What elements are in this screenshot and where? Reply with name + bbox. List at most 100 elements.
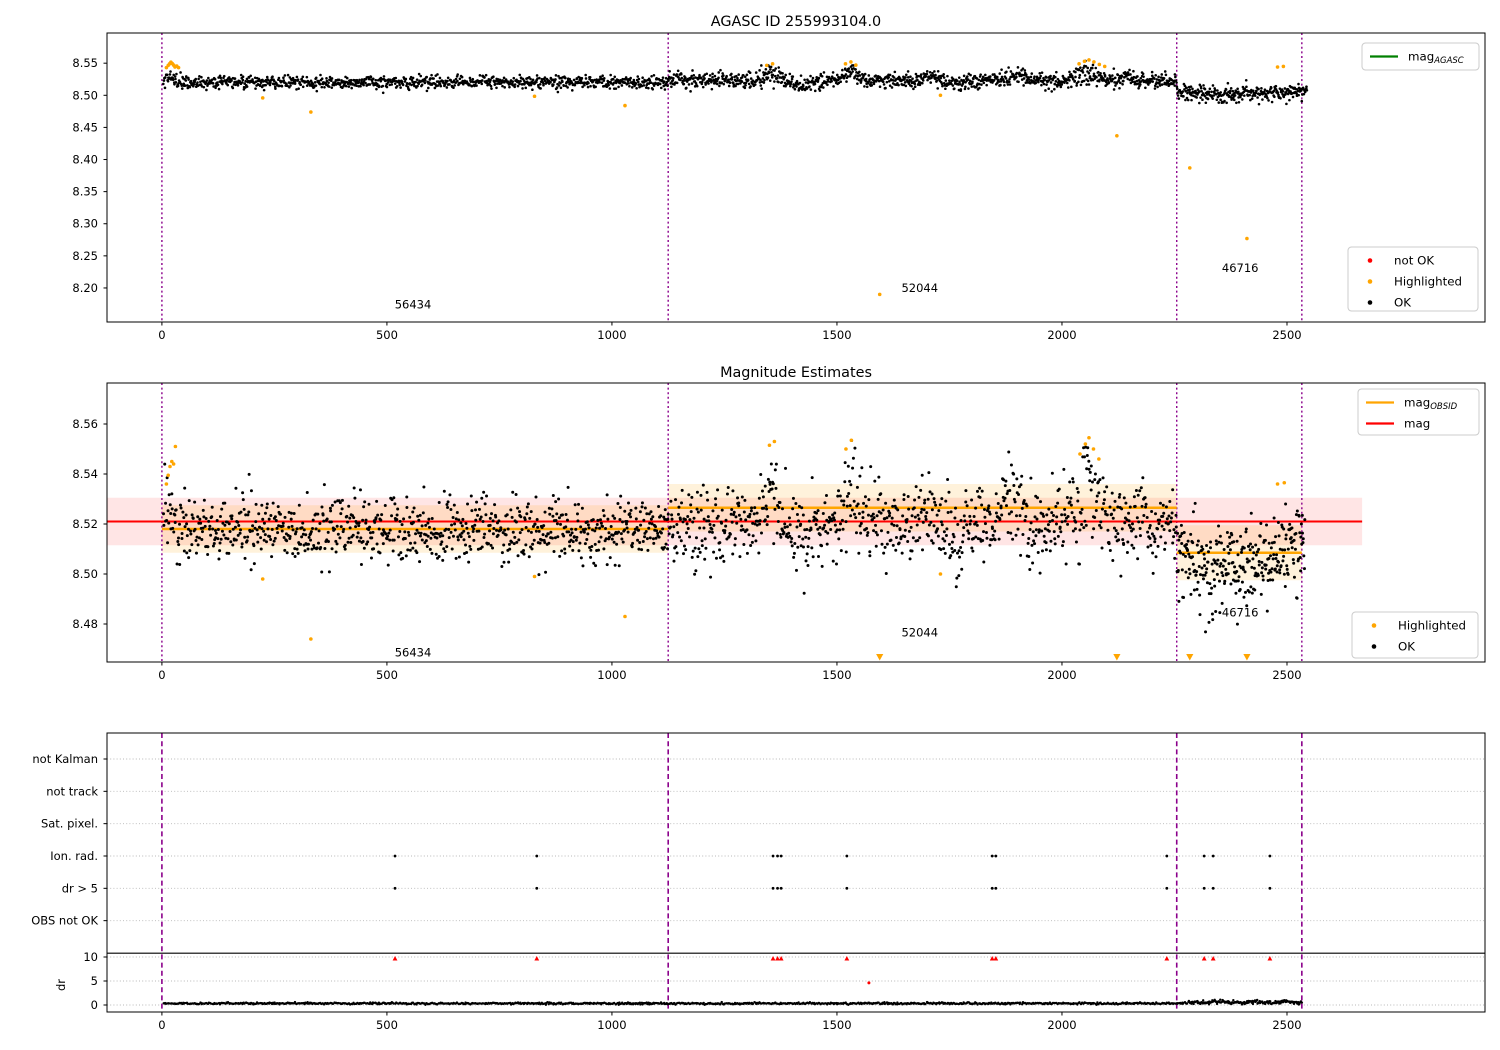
y-tick-label: 8.52	[72, 517, 98, 531]
obsid-label: 56434	[395, 646, 432, 660]
red-dr-points	[392, 956, 1273, 985]
x-tick-label: 0	[158, 1018, 165, 1032]
legend-sample-dot	[1371, 644, 1377, 649]
obsid-label: 46716	[1222, 261, 1259, 275]
x-tick-label: 2000	[1047, 668, 1076, 682]
dr-tick-label: 5	[91, 974, 98, 988]
x-tick-label: 500	[376, 668, 398, 682]
y-tick-label: 8.45	[72, 120, 98, 134]
dr-tick-label: 0	[91, 998, 98, 1012]
y-tick-label: 8.55	[72, 56, 98, 70]
x-tick-label: 1000	[597, 328, 626, 342]
x-axis-1: 0 500 1000 1500 2000 2500	[158, 662, 1302, 682]
below-range-marker	[876, 654, 884, 661]
ok-points	[162, 70, 670, 95]
obsid-label: 56434	[395, 298, 432, 312]
magnitude-estimates-figure: 0 500 1000 1500 2000 2500 8.20 8.25 8.30 8.35 8.40…	[0, 0, 1500, 1050]
y-tick-label: 8.56	[72, 417, 98, 431]
obsid-label: 52044	[901, 281, 938, 295]
not-ok-outlier	[867, 981, 871, 985]
y-tick-label: 8.25	[72, 249, 98, 263]
legend-sample-dot	[1367, 279, 1373, 284]
ok-points	[667, 59, 1178, 93]
y-tick-label: 8.35	[72, 185, 98, 199]
x-tick-label: 1000	[597, 1018, 626, 1032]
obsid-dividers-2	[161, 733, 1303, 1012]
clip-low-markers	[876, 654, 1251, 661]
x-tick-label: 2500	[1272, 1018, 1301, 1032]
not-ok-marker	[770, 956, 776, 961]
label-text: mag	[1404, 417, 1430, 431]
flag-gridlines	[107, 758, 1485, 1006]
title-0: AGASC ID 255993104.0	[711, 14, 881, 30]
flag-y-axis: not Kalman not track Sat. pixel. Ion. rad. d…	[31, 752, 107, 1012]
x-tick-label: 0	[158, 668, 165, 682]
below-range-marker	[1113, 654, 1121, 661]
flag-row-label: dr > 5	[62, 881, 98, 895]
flag-row-label: Sat. pixel.	[41, 817, 98, 831]
not-ok-marker	[844, 956, 850, 961]
dr-axis-label: dr	[54, 979, 68, 991]
title-1: Magnitude Estimates	[720, 365, 872, 381]
label-text: Highlighted	[1398, 619, 1466, 633]
x-tick-label: 1500	[822, 1018, 851, 1032]
x-axis-0: 0 500 1000 1500 2000 2500	[158, 322, 1302, 342]
x-tick-label: 1500	[822, 668, 851, 682]
axes-spines	[106, 32, 1486, 323]
y-axis-1: 8.48 8.50 8.52 8.54 8.56	[72, 417, 107, 631]
y-tick-label: 8.48	[72, 617, 98, 631]
below-range-marker	[1243, 654, 1251, 661]
y-axis-0: 8.20 8.25 8.30 8.35 8.40 8.45 8.50 8.55	[72, 56, 107, 295]
obsid-label: 46716	[1222, 606, 1259, 620]
y-tick-label: 8.40	[72, 153, 98, 167]
ok-points	[1175, 78, 1309, 106]
x-tick-label: 2000	[1047, 1018, 1076, 1032]
x-tick-label: 2500	[1272, 328, 1301, 342]
flag-row-label: Ion. rad.	[50, 849, 98, 863]
y-tick-label: 8.50	[72, 88, 98, 102]
flag-event-points	[393, 854, 1272, 890]
x-tick-label: 2500	[1272, 668, 1301, 682]
not-ok-marker	[1267, 956, 1273, 961]
obsid-label: 52044	[901, 626, 938, 640]
label-text: OK	[1398, 640, 1415, 654]
x-axis-2: 0 500 1000 1500 2000 2500	[158, 1012, 1302, 1032]
axes-spines	[106, 732, 1486, 1013]
dr-tick-label: 10	[83, 950, 98, 964]
obsid-annotations-0: 56434 52044 46716	[395, 261, 1259, 312]
flag-row-label: not track	[46, 784, 98, 798]
obsid-annotations-1: 56434 52044 46716	[395, 606, 1259, 660]
figure-canvas: 0 500 1000 1500 2000 25008.208.258.308.358.40…	[31, 14, 1486, 1032]
legend-mag-agasc: magAGASC	[1361, 42, 1480, 71]
not-ok-marker	[1201, 956, 1207, 961]
legend-sample-dot	[1367, 300, 1373, 305]
x-tick-label: 1500	[822, 328, 851, 342]
legend-sample-dot	[1371, 623, 1377, 628]
label-text: not OK	[1394, 254, 1434, 268]
legend-sample-dot	[1367, 258, 1373, 263]
y-tick-label: 8.50	[72, 567, 98, 581]
x-tick-label: 500	[376, 1018, 398, 1032]
axes-2	[106, 732, 1486, 1013]
label-text: OK	[1394, 296, 1411, 310]
not-ok-marker	[534, 956, 540, 961]
y-tick-label: 8.20	[72, 281, 98, 295]
x-tick-label: 1000	[597, 668, 626, 682]
chart-title: AGASC ID 255993104.0	[711, 14, 881, 30]
x-tick-label: 2000	[1047, 328, 1076, 342]
below-range-marker	[1186, 654, 1194, 661]
y-tick-label: 8.30	[72, 217, 98, 231]
not-ok-marker	[1164, 956, 1170, 961]
x-tick-label: 0	[158, 328, 165, 342]
y-tick-label: 8.54	[72, 467, 98, 481]
x-tick-label: 500	[376, 328, 398, 342]
not-ok-marker	[392, 956, 398, 961]
legend-mag-lines: magOBSIDmag	[1357, 388, 1480, 436]
highlighted-points	[164, 58, 1286, 297]
flag-row-label: OBS not OK	[31, 914, 98, 928]
chart-title: Magnitude Estimates	[720, 365, 872, 381]
legend-point-types: not OK Highlighted OK	[1347, 246, 1479, 312]
legend-point-types: Highlighted OK	[1351, 611, 1479, 659]
axes-0	[106, 32, 1486, 323]
label-text: Highlighted	[1394, 275, 1462, 289]
